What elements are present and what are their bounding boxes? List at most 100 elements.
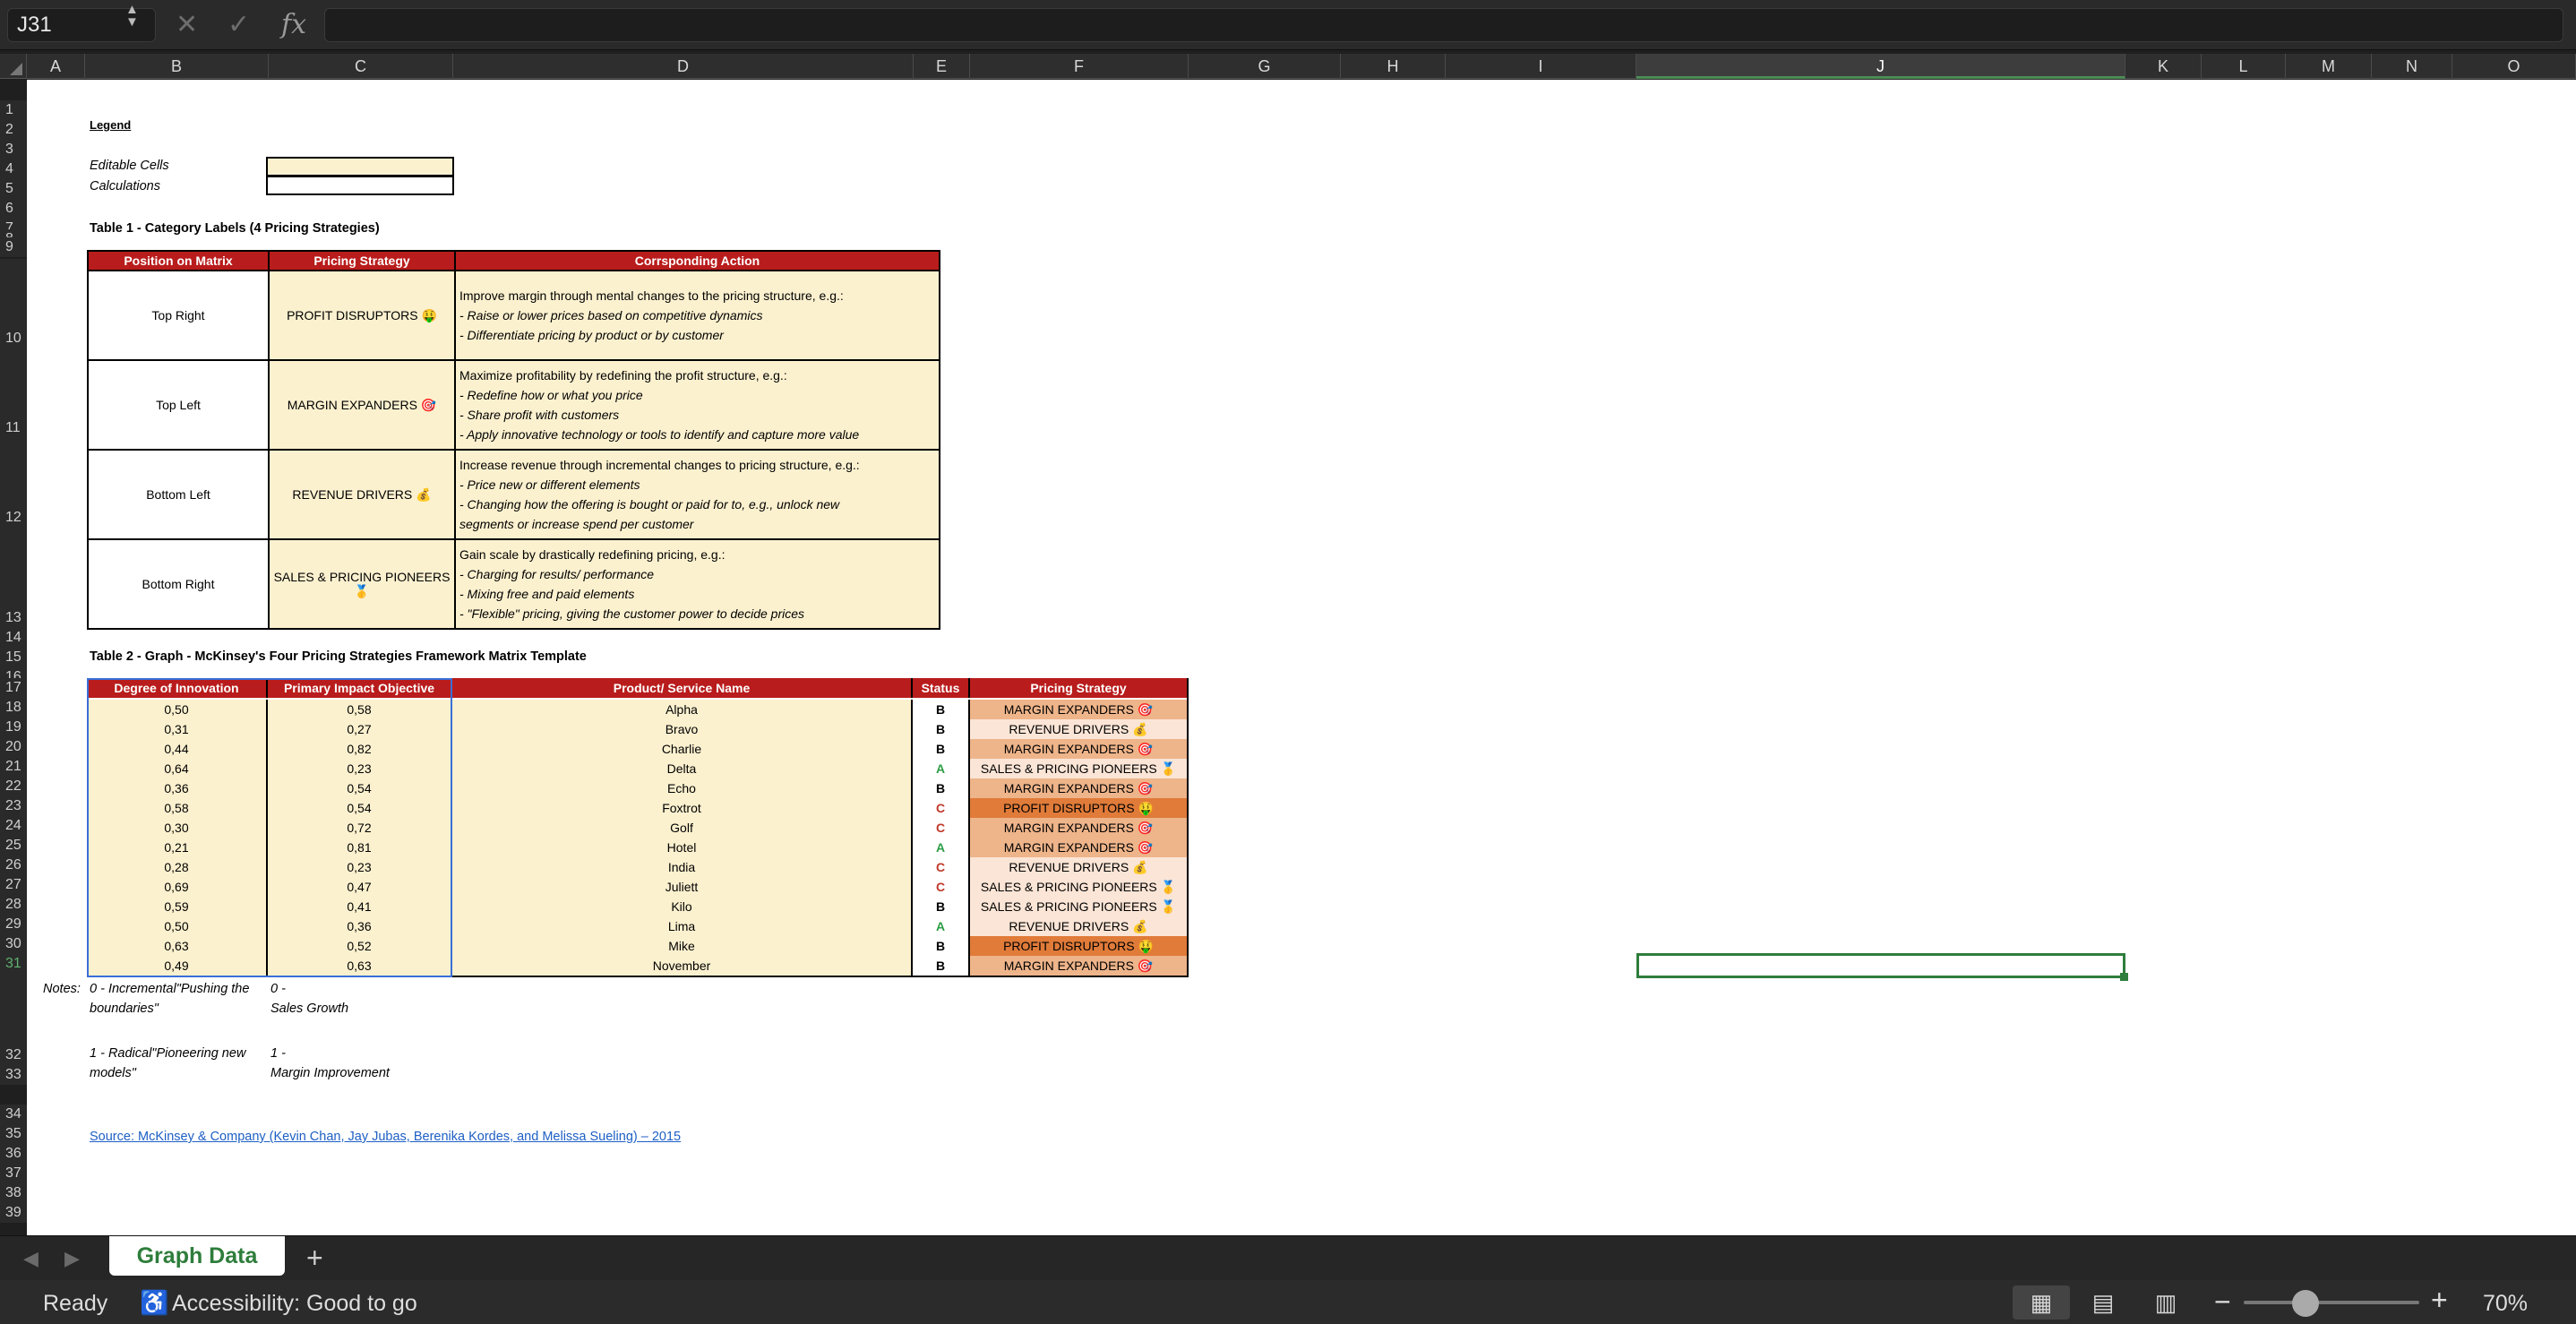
row-header-38[interactable]: 38: [0, 1183, 27, 1203]
row-header-37[interactable]: 37: [0, 1164, 27, 1183]
table1-action-cell[interactable]: Gain scale by drastically redefining pri…: [454, 538, 940, 630]
table2-cell-name[interactable]: Lima: [452, 916, 913, 936]
row-header-19[interactable]: 19: [0, 718, 27, 737]
row-header-31[interactable]: 31: [0, 954, 27, 974]
table2-cell-name[interactable]: Hotel: [452, 838, 913, 857]
source-link[interactable]: Source: McKinsey & Company (Kevin Chan, …: [90, 1130, 681, 1144]
column-header-n[interactable]: N: [2372, 54, 2452, 79]
table2-cell-status[interactable]: B: [913, 897, 970, 916]
page-break-view-icon[interactable]: ▥: [2137, 1285, 2194, 1320]
row-header-14[interactable]: 14: [0, 628, 27, 648]
table1-strategy-cell[interactable]: REVENUE DRIVERS 💰: [268, 449, 456, 540]
add-sheet-button[interactable]: +: [306, 1242, 323, 1275]
row-header-15[interactable]: 15: [0, 648, 27, 667]
row-header-4[interactable]: 4: [0, 159, 27, 179]
fill-handle[interactable]: [2120, 973, 2128, 981]
row-header-35[interactable]: 35: [0, 1124, 27, 1144]
row-header-1[interactable]: 1: [0, 100, 27, 120]
table1-action-cell[interactable]: Increase revenue through incremental cha…: [454, 449, 940, 540]
table2-cell-name[interactable]: Bravo: [452, 719, 913, 739]
table2-header-strategy[interactable]: Pricing Strategy: [970, 678, 1189, 698]
row-header-27[interactable]: 27: [0, 875, 27, 895]
row-header-9[interactable]: 9: [0, 237, 27, 257]
zoom-slider-thumb[interactable]: [2291, 1290, 2319, 1317]
row-header-24[interactable]: 24: [0, 816, 27, 836]
column-header-b[interactable]: B: [85, 54, 269, 79]
table2-cell-status[interactable]: B: [913, 739, 970, 759]
column-header-k[interactable]: K: [2125, 54, 2202, 79]
row-header-34[interactable]: 34: [0, 1105, 27, 1124]
table2-cell-status[interactable]: B: [913, 778, 970, 798]
row-header-12[interactable]: 12: [0, 438, 27, 528]
table2-cell-name[interactable]: Juliett: [452, 877, 913, 897]
table1-position-cell[interactable]: Top Right: [87, 270, 270, 361]
page-layout-view-icon[interactable]: ▤: [2074, 1285, 2132, 1320]
column-header-l[interactable]: L: [2202, 54, 2286, 79]
row-header-2[interactable]: 2: [0, 120, 27, 140]
table2-cell-status[interactable]: A: [913, 916, 970, 936]
row-header-32[interactable]: 32: [0, 974, 27, 1065]
cancel-icon[interactable]: ✕: [176, 7, 198, 43]
table2-cell-strategy[interactable]: SALES & PRICING PIONEERS 🥇: [970, 877, 1189, 897]
table1-strategy-cell[interactable]: PROFIT DISRUPTORS 🤑: [268, 270, 456, 361]
zoom-level[interactable]: 70%: [2483, 1291, 2528, 1317]
active-cell-j31[interactable]: [1636, 953, 2125, 978]
column-header-o[interactable]: O: [2452, 54, 2576, 79]
column-header-c[interactable]: C: [269, 54, 453, 79]
row-header-23[interactable]: 23: [0, 796, 27, 816]
table2-cell-strategy[interactable]: PROFIT DISRUPTORS 🤑: [970, 936, 1189, 956]
accessibility-icon[interactable]: ♿: [140, 1289, 168, 1317]
table2-cell-status[interactable]: C: [913, 877, 970, 897]
row-header-5[interactable]: 5: [0, 179, 27, 199]
table2-cell-name[interactable]: India: [452, 857, 913, 877]
row-header-33[interactable]: 33: [0, 1065, 27, 1085]
table2-cell-strategy[interactable]: PROFIT DISRUPTORS 🤑: [970, 798, 1189, 818]
table2-cell-strategy[interactable]: REVENUE DRIVERS 💰: [970, 857, 1189, 877]
column-header-e[interactable]: E: [914, 54, 970, 79]
table2-cell-name[interactable]: Mike: [452, 936, 913, 956]
row-header-25[interactable]: 25: [0, 836, 27, 855]
table2-cell-strategy[interactable]: MARGIN EXPANDERS 🎯: [970, 778, 1189, 798]
zoom-slider-track[interactable]: [2244, 1301, 2419, 1304]
row-header-17[interactable]: 17: [0, 678, 27, 698]
row-header-28[interactable]: 28: [0, 895, 27, 915]
row-header-6[interactable]: 6: [0, 199, 27, 219]
table2-cell-name[interactable]: Kilo: [452, 897, 913, 916]
name-box-stepper-icon[interactable]: ▲ ▼: [125, 3, 139, 29]
row-header-22[interactable]: 22: [0, 777, 27, 796]
table2-cell-strategy[interactable]: MARGIN EXPANDERS 🎯: [970, 739, 1189, 759]
zoom-in-button[interactable]: +: [2431, 1284, 2448, 1317]
next-sheet-icon[interactable]: ▶: [64, 1247, 80, 1270]
table2-cell-status[interactable]: B: [913, 700, 970, 719]
enter-icon[interactable]: ✓: [228, 7, 250, 43]
table2-cell-strategy[interactable]: REVENUE DRIVERS 💰: [970, 916, 1189, 936]
row-header-11[interactable]: 11: [0, 348, 27, 438]
row-header-3[interactable]: 3: [0, 140, 27, 159]
table2-cell-status[interactable]: B: [913, 719, 970, 739]
table2-cell-name[interactable]: November: [452, 956, 913, 976]
table2-cell-strategy[interactable]: SALES & PRICING PIONEERS 🥇: [970, 759, 1189, 778]
table1-action-cell[interactable]: Maximize profitability by redefining the…: [454, 359, 940, 451]
table2-cell-strategy[interactable]: SALES & PRICING PIONEERS 🥇: [970, 897, 1189, 916]
formula-input[interactable]: [324, 8, 2563, 42]
column-header-f[interactable]: F: [970, 54, 1189, 79]
row-header-10[interactable]: 10: [0, 259, 27, 348]
column-header-d[interactable]: D: [453, 54, 914, 79]
table1-strategy-cell[interactable]: SALES & PRICING PIONEERS 🥇: [268, 538, 456, 630]
table2-header-name[interactable]: Product/ Service Name: [452, 678, 913, 698]
column-header-i[interactable]: I: [1446, 54, 1636, 79]
sheet-area[interactable]: Legend Editable Cells Calculations Table…: [27, 80, 2576, 1235]
table1-action-cell[interactable]: Improve margin through mental changes to…: [454, 270, 940, 361]
table1-position-cell[interactable]: Bottom Right: [87, 538, 270, 630]
table2-cell-strategy[interactable]: MARGIN EXPANDERS 🎯: [970, 700, 1189, 719]
row-header-20[interactable]: 20: [0, 737, 27, 757]
table2-cell-status[interactable]: B: [913, 956, 970, 976]
table2-cell-name[interactable]: Charlie: [452, 739, 913, 759]
zoom-out-button[interactable]: −: [2214, 1285, 2231, 1319]
accessibility-status[interactable]: Accessibility: Good to go: [172, 1291, 417, 1317]
row-header-36[interactable]: 36: [0, 1144, 27, 1164]
table2-cell-strategy[interactable]: MARGIN EXPANDERS 🎯: [970, 838, 1189, 857]
column-header-j[interactable]: J: [1636, 54, 2125, 79]
table2-cell-strategy[interactable]: MARGIN EXPANDERS 🎯: [970, 818, 1189, 838]
table2-cell-strategy[interactable]: REVENUE DRIVERS 💰: [970, 719, 1189, 739]
